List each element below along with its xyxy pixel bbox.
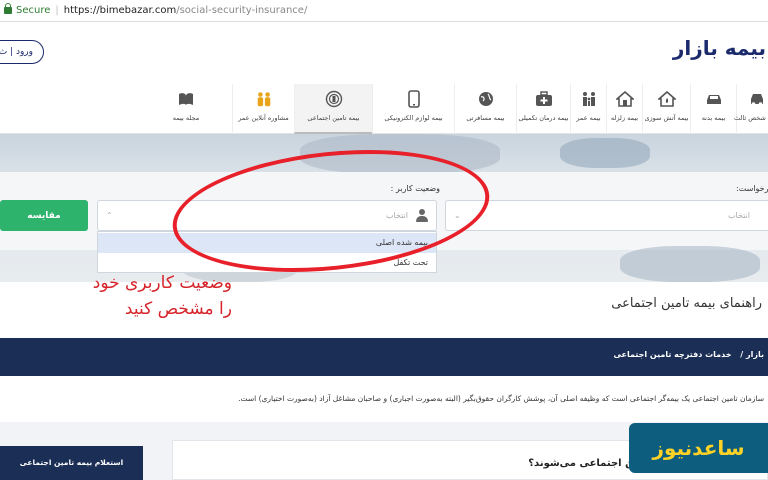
breadcrumb-current: خدمات دفترچه تامین اجتماعی: [613, 350, 732, 359]
nav-label: بیمه لوازم الکترونیکی: [384, 114, 443, 122]
nav-item-fire[interactable]: بیمه آتش سوزی: [642, 84, 690, 134]
house-fire-icon: [657, 90, 676, 108]
guide-title: راهنمای بیمه تامین اجتماعی: [611, 296, 762, 311]
family-icon: [580, 90, 598, 108]
request-placeholder: انتخاب: [728, 211, 750, 220]
nav-item-life[interactable]: بیمه عمر: [570, 84, 606, 134]
secure-label: Secure: [16, 5, 51, 16]
car-body-icon: [705, 90, 723, 108]
url-path: /social-security-insurance/: [176, 5, 308, 16]
main-nav: بیمه شخص ثالث بیمه بدنه بیمه آتش سوزی بی…: [0, 84, 768, 134]
site-header: ورود | ث بیمه بازار: [0, 22, 768, 84]
nav-label: بیمه درمان تکمیلی: [518, 114, 569, 122]
nav-label: بیمه زلزله: [610, 114, 639, 122]
sidebar-inquiry-card[interactable]: استعلام بیمه تامین اجتماعی: [0, 446, 143, 480]
url-host: https://bimebazar.com: [63, 5, 177, 16]
nav-item-earthquake[interactable]: بیمه زلزله: [606, 84, 642, 134]
nav-label: مجله بیمه: [172, 114, 200, 122]
breadcrumb-separator: /: [737, 350, 744, 359]
nav-label: بیمه شخص ثالث: [734, 114, 768, 122]
nav-label: بیمه مسافرتی: [466, 114, 505, 122]
nav-item-social-security[interactable]: بیمه تامین اجتماعی: [294, 84, 372, 134]
intro-text: سازمان تامین اجتماعی یک بیمه‌گر اجتماعی …: [238, 394, 764, 403]
lock-icon: [4, 3, 12, 14]
nav-item-life-consult[interactable]: مشاوره آنلاین عمر: [232, 84, 294, 134]
nav-item-body[interactable]: بیمه بدنه: [690, 84, 736, 134]
watermark-text: ساعدنیوز: [652, 436, 745, 460]
breadcrumb-home[interactable]: بازار: [746, 350, 764, 359]
nav-label: مشاوره آنلاین عمر: [238, 114, 289, 122]
nav-item-travel[interactable]: بیمه مسافرتی: [454, 84, 516, 134]
annotation-text: وضعیت کاربری خود را مشخص کنید: [50, 270, 232, 322]
nav-item-health[interactable]: بیمه درمان تکمیلی: [516, 84, 570, 134]
mobile-icon: [405, 90, 423, 108]
car-icon: [748, 90, 766, 108]
compare-button[interactable]: مقایسه: [0, 200, 88, 231]
annotation-line: را مشخص کنید: [124, 299, 232, 319]
annotation-line: وضعیت کاربری خود: [92, 273, 232, 293]
address-bar[interactable]: Secure | https://bimebazar.com/social-se…: [0, 0, 768, 22]
magazine-icon: [177, 90, 195, 108]
page: Secure | https://bimebazar.com/social-se…: [0, 0, 768, 480]
nav-item-third-party[interactable]: بیمه شخص ثالث: [734, 84, 768, 134]
site-logo[interactable]: بیمه بازار: [673, 36, 767, 60]
nav-item-magazine[interactable]: مجله بیمه: [140, 84, 232, 134]
nav-label: بیمه تامین اجتماعی: [307, 114, 360, 122]
address-separator: |: [55, 5, 59, 16]
request-label: درخواست:: [736, 184, 768, 193]
hero-background-shape: [620, 246, 760, 282]
login-button[interactable]: ورود | ث: [0, 40, 44, 64]
nav-label: بیمه بدنه: [701, 114, 726, 122]
chevron-up-icon: ⌃: [106, 211, 113, 220]
house-icon: [615, 90, 634, 108]
hero-background-shape: [560, 138, 650, 168]
request-select[interactable]: ⌄ انتخاب: [445, 200, 768, 231]
globe-icon: [477, 90, 495, 108]
nav-label: بیمه عمر: [576, 114, 601, 122]
nav-item-electronics[interactable]: بیمه لوازم الکترونیکی: [372, 84, 454, 134]
medical-kit-icon: [535, 90, 553, 108]
breadcrumb: بازار / خدمات دفترچه تامین اجتماعی: [613, 350, 764, 359]
social-security-icon: [325, 90, 343, 108]
people-icon: [255, 90, 273, 108]
nav-label: بیمه آتش سوزی: [644, 114, 689, 122]
